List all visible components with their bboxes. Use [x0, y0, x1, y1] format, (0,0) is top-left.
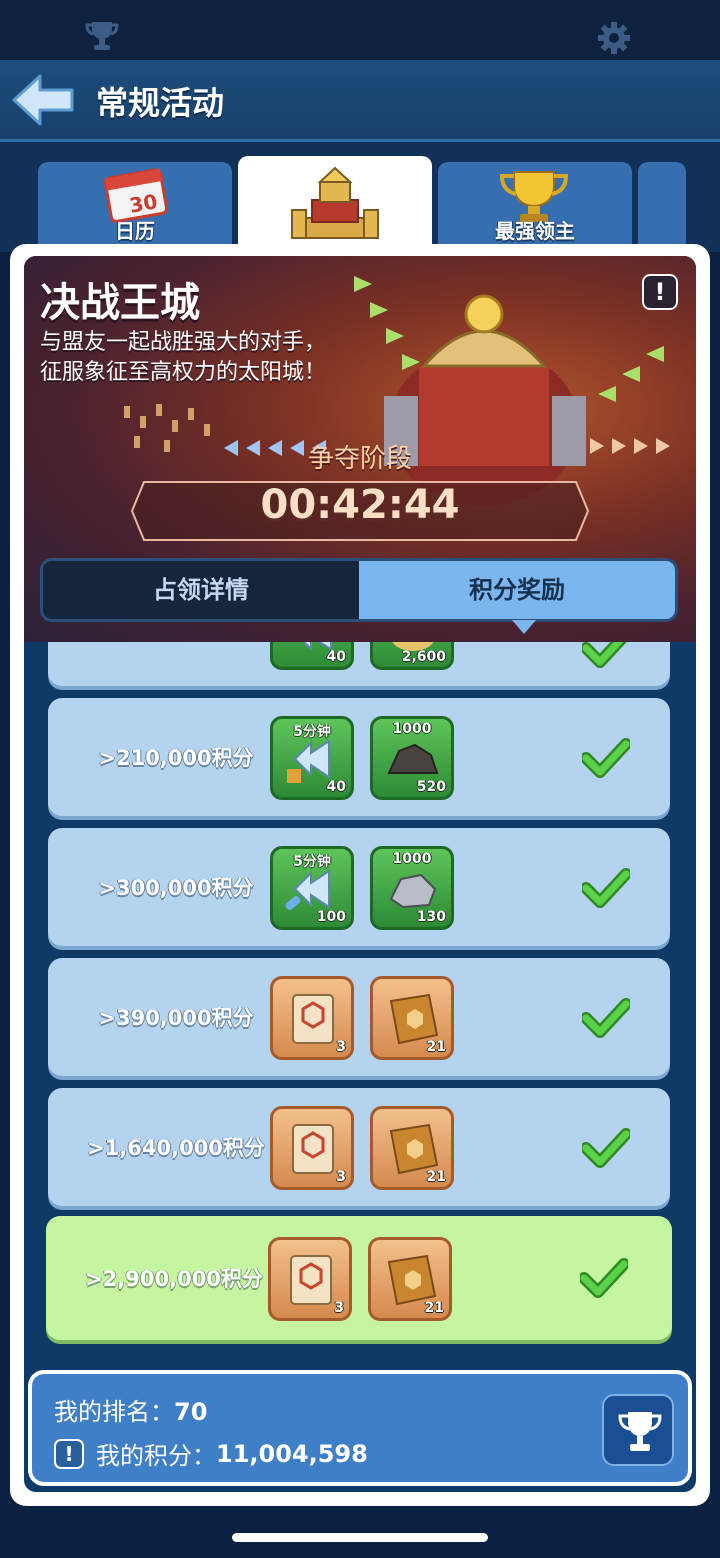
points-threshold: >300,000积分: [98, 876, 254, 900]
points-threshold: >2,900,000积分: [85, 1267, 263, 1291]
reward-row: >210,000积分 5分钟 40 1000 520: [48, 698, 670, 816]
home-indicator[interactable]: [232, 1533, 488, 1542]
reward-item[interactable]: 3: [270, 1106, 354, 1190]
reward-count: 3: [336, 1039, 346, 1055]
gear-icon[interactable]: [596, 20, 632, 56]
reward-row: >300,000积分 5分钟 100 1000 130: [48, 828, 670, 946]
back-arrow-icon[interactable]: [10, 70, 76, 130]
segment-pointer: [512, 620, 536, 634]
tab-calendar-label: 日历: [115, 219, 155, 243]
reward-item[interactable]: 40: [270, 642, 354, 670]
reward-item[interactable]: 3: [270, 976, 354, 1060]
reward-item[interactable]: 5分钟 100: [270, 846, 354, 930]
castle-icon: [291, 166, 379, 239]
check-icon: [582, 642, 627, 668]
reward-count: 100: [316, 909, 346, 925]
my-rank-value: 70: [174, 1398, 208, 1426]
reward-row: >1,640,000积分 3 21: [48, 1088, 670, 1206]
countdown-timer: 00:42:44: [260, 482, 460, 528]
header: 常规活动: [0, 60, 720, 142]
reward-count: 21: [426, 1169, 446, 1185]
check-icon: [582, 738, 630, 778]
trophy-icon: [618, 1412, 662, 1451]
reward-count: 3: [336, 1169, 346, 1185]
score-info-icon[interactable]: !: [54, 1438, 84, 1469]
check-icon: [582, 868, 630, 908]
tab-lord-label: 最强领主: [495, 219, 575, 243]
event-banner: 决战王城 与盟友一起战胜强大的对手， 征服象征至高权力的太阳城！ ! 争夺阶段 …: [24, 256, 696, 642]
reward-count: 3: [334, 1300, 344, 1316]
reward-item[interactable]: 2,600: [370, 642, 454, 670]
check-icon: [580, 1258, 628, 1298]
reward-amount: 1000: [392, 721, 432, 737]
reward-count: 520: [416, 779, 446, 795]
points-threshold: >1,640,000积分: [87, 1136, 265, 1160]
reward-count: 40: [326, 649, 346, 665]
reward-item[interactable]: 21: [370, 1106, 454, 1190]
reward-item[interactable]: 1000 520: [370, 716, 454, 800]
calendar-day: 30: [128, 189, 160, 217]
tab-points-rewards[interactable]: 积分奖励: [359, 561, 675, 619]
points-threshold: >210,000积分: [98, 746, 254, 770]
my-rank: 我的排名：70: [54, 1392, 207, 1427]
my-ranking-box: 我的排名：70 ! 我的积分： 11,004,598: [28, 1370, 692, 1486]
reward-duration: 5分钟: [293, 854, 331, 870]
reward-count: 21: [426, 1039, 446, 1055]
event-description: 与盟友一起战胜强大的对手， 征服象征至高权力的太阳城！: [40, 328, 380, 388]
tab-bar: 30 日历 最强领主: [0, 142, 720, 252]
trophy-icon[interactable]: [84, 20, 120, 52]
check-icon: [582, 1128, 630, 1168]
reward-item[interactable]: 21: [370, 976, 454, 1060]
reward-item[interactable]: 1000 130: [370, 846, 454, 930]
event-description-line-1: 与盟友一起战胜强大的对手，: [40, 330, 327, 355]
my-score-value: 11,004,598: [216, 1439, 368, 1468]
reward-amount: 1000: [392, 851, 432, 867]
reward-row: >390,000积分 3 21: [48, 958, 670, 1076]
reward-item[interactable]: 5分钟 40: [270, 716, 354, 800]
tab-calendar[interactable]: 30 日历: [38, 162, 232, 248]
tab-strongest-lord[interactable]: 最强领主: [438, 162, 632, 248]
top-bar: [0, 0, 720, 60]
segment-control: 占领详情 积分奖励: [40, 558, 678, 622]
event-title: 决战王城: [40, 280, 200, 326]
reward-count: 40: [326, 779, 346, 795]
my-score: ! 我的积分： 11,004,598: [54, 1436, 368, 1471]
tab-more[interactable]: [638, 162, 686, 248]
phase-label: 争夺阶段: [307, 444, 412, 474]
leaderboard-button[interactable]: [602, 1394, 674, 1466]
event-panel: 决战王城 与盟友一起战胜强大的对手， 征服象征至高权力的太阳城！ ! 争夺阶段 …: [10, 244, 710, 1506]
tab-occupation-details[interactable]: 占领详情: [43, 561, 359, 619]
info-button[interactable]: !: [642, 274, 678, 310]
reward-count: 21: [424, 1300, 444, 1316]
reward-count: 2,600: [401, 649, 446, 665]
reward-duration: 5分钟: [293, 724, 331, 740]
reward-item[interactable]: 3: [268, 1237, 352, 1321]
reward-row-current: >2,900,000积分 3 21: [46, 1216, 672, 1340]
my-rank-label: 我的排名：: [54, 1398, 174, 1426]
page-title: 常规活动: [96, 84, 225, 122]
points-threshold: >390,000积分: [98, 1006, 254, 1030]
reward-item[interactable]: 21: [368, 1237, 452, 1321]
event-description-line-2: 征服象征至高权力的太阳城！: [40, 360, 327, 385]
tab-castle[interactable]: [238, 156, 432, 252]
reward-row: 40 2,600: [48, 642, 670, 686]
reward-count: 130: [416, 909, 446, 925]
event-inner: 决战王城 与盟友一起战胜强大的对手， 征服象征至高权力的太阳城！ ! 争夺阶段 …: [24, 256, 696, 1492]
check-icon: [582, 998, 630, 1038]
my-score-label: 我的积分：: [96, 1442, 216, 1470]
rewards-list[interactable]: 40 2,600 >210,000积分 5分钟 40 1000 520 >300…: [24, 642, 696, 1362]
